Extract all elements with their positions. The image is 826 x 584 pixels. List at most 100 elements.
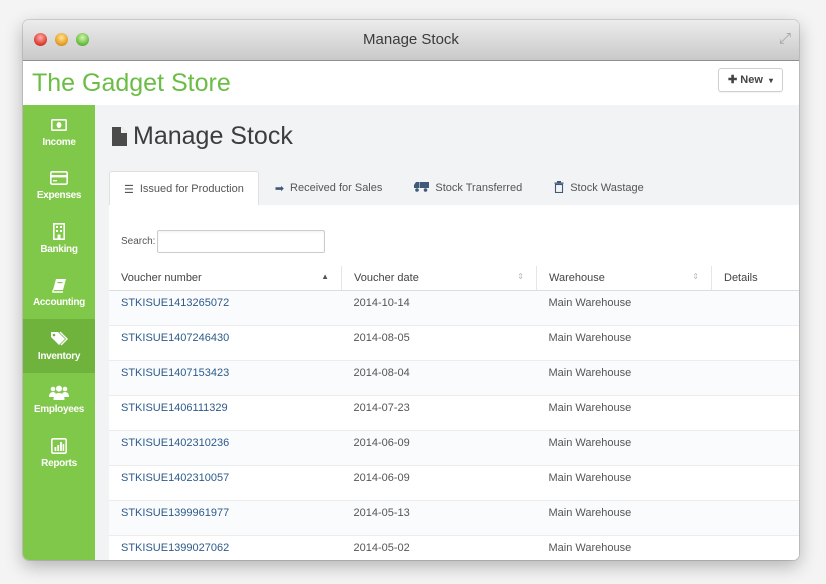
voucher-number-link[interactable]: STKISUE1399027062 [109,535,342,560]
page-title: Manage Stock [112,122,293,151]
voucher-number-link[interactable]: STKISUE1413265072 [109,290,342,326]
sidebar-item-inventory[interactable]: Inventory [23,319,95,373]
sidebar-item-label: Employees [33,404,85,416]
details-cell [711,290,799,326]
tab-panel: Search: Voucher number ▲ Voucher date ⇕ [109,205,799,560]
tab-stock-transferred[interactable]: Stock Transferred [398,171,538,205]
tab-bar: ☰ Issued for Production ➡ Received for S… [109,171,799,206]
sidebar-item-employees[interactable]: Employees [23,373,95,427]
page-title-text: Manage Stock [133,122,293,150]
voucher-number-link[interactable]: STKISUE1406111329 [109,395,342,431]
main-content: Manage Stock ☰ Issued for Production ➡ R… [95,105,799,560]
search-label: Search: [121,236,156,247]
warehouse-cell: Main Warehouse [536,430,712,466]
sidebar-item-reports[interactable]: Reports [23,426,95,480]
voucher-number-link[interactable]: STKISUE1402310236 [109,430,342,466]
trash-icon [554,180,564,196]
voucher-number-link[interactable]: STKISUE1399961977 [109,500,342,536]
table-header-row: Voucher number ▲ Voucher date ⇕ Warehous… [109,266,799,291]
tab-label: Stock Wastage [570,182,644,194]
column-header-label: Details [724,272,758,284]
credit-card-icon [50,169,68,187]
search-input[interactable] [157,230,326,253]
details-cell [711,465,799,501]
tab-label: Stock Transferred [435,182,523,194]
warehouse-cell: Main Warehouse [536,325,712,361]
details-cell [711,500,799,536]
column-header-voucher-date[interactable]: Voucher date ⇕ [341,266,537,291]
table-row[interactable]: STKISUE1413265072 2014-10-14 Main Warehous… [109,290,799,326]
truck-icon [414,181,430,195]
warehouse-cell: Main Warehouse [536,465,712,501]
users-icon [49,383,69,401]
warehouse-cell: Main Warehouse [536,290,712,326]
sort-both-icon: ⇕ [517,272,524,281]
voucher-number-link[interactable]: STKISUE1407153423 [109,360,342,396]
vouchers-table: Voucher number ▲ Voucher date ⇕ Warehous… [109,266,799,560]
voucher-date-cell: 2014-06-09 [341,465,537,501]
voucher-date-cell: 2014-05-02 [341,535,537,560]
caret-down-icon: ▾ [768,76,773,85]
column-header-voucher-number[interactable]: Voucher number ▲ [109,266,342,291]
search-row: Search: [121,230,326,253]
sidebar-item-label: Accounting [33,297,85,309]
sidebar-item-label: Banking [40,243,78,255]
sidebar-item-label: Inventory [37,350,81,362]
details-cell [711,430,799,466]
voucher-date-cell: 2014-08-04 [341,360,537,396]
voucher-date-cell: 2014-10-14 [341,290,537,326]
tags-icon [50,330,68,348]
table-row[interactable]: STKISUE1407246430 2014-08-05 Main Warehous… [109,325,799,361]
table-row[interactable]: STKISUE1399027062 2014-05-02 Main Warehous… [109,535,799,560]
tab-received-for-sales[interactable]: ➡ Received for Sales [259,171,399,205]
list-icon: ☰ [124,183,134,196]
sort-both-icon: ⇕ [692,272,699,281]
details-cell [711,395,799,431]
sidebar-item-income[interactable]: Income [23,105,95,159]
table-row[interactable]: STKISUE1407153423 2014-08-04 Main Warehous… [109,360,799,396]
voucher-number-link[interactable]: STKISUE1402310057 [109,465,342,501]
file-icon [112,127,127,146]
table-row[interactable]: STKISUE1402310236 2014-06-09 Main Warehous… [109,430,799,466]
details-cell [711,325,799,361]
column-header-label: Voucher date [354,272,419,284]
brand-title[interactable]: The Gadget Store [32,69,231,98]
table-row[interactable]: STKISUE1402310057 2014-06-09 Main Warehous… [109,465,799,501]
bar-chart-icon [51,437,67,455]
column-header-label: Warehouse [549,272,605,284]
app-window: Manage Stock ⤢ The Gadget Store ✚ New ▾ … [23,20,799,560]
sidebar-item-banking[interactable]: Banking [23,212,95,266]
app-header: The Gadget Store ✚ New ▾ [23,61,799,106]
sidebar-item-expenses[interactable]: Expenses [23,159,95,213]
sidebar-item-accounting[interactable]: Accounting [23,266,95,320]
title-bar: Manage Stock ⤢ [23,20,799,61]
warehouse-cell: Main Warehouse [536,395,712,431]
tab-label: Received for Sales [290,182,383,194]
new-button[interactable]: ✚ New ▾ [718,68,783,92]
sign-in-icon: ➡ [274,182,285,195]
window-title: Manage Stock [363,31,459,48]
voucher-date-cell: 2014-05-13 [341,500,537,536]
column-header-warehouse[interactable]: Warehouse ⇕ [536,266,712,291]
money-icon [51,116,67,134]
sidebar-item-label: Expenses [36,190,82,202]
sidebar: Income Expenses Banking Accounting Inven… [23,105,95,560]
tab-issued-for-production[interactable]: ☰ Issued for Production [109,171,259,206]
voucher-date-cell: 2014-06-09 [341,430,537,466]
table-row[interactable]: STKISUE1399961977 2014-05-13 Main Warehous… [109,500,799,536]
book-icon [51,276,67,294]
table-row[interactable]: STKISUE1406111329 2014-07-23 Main Warehous… [109,395,799,431]
tab-stock-wastage[interactable]: Stock Wastage [538,171,660,205]
building-icon [53,223,65,241]
voucher-number-link[interactable]: STKISUE1407246430 [109,325,342,361]
fullscreen-icon[interactable]: ⤢ [779,30,791,47]
details-cell [711,360,799,396]
warehouse-cell: Main Warehouse [536,360,712,396]
warehouse-cell: Main Warehouse [536,500,712,536]
column-header-label: Voucher number [121,272,202,284]
voucher-date-cell: 2014-08-05 [341,325,537,361]
voucher-date-cell: 2014-07-23 [341,395,537,431]
sort-asc-icon: ▲ [321,272,329,281]
new-button-label: New [740,74,763,86]
warehouse-cell: Main Warehouse [536,535,712,560]
